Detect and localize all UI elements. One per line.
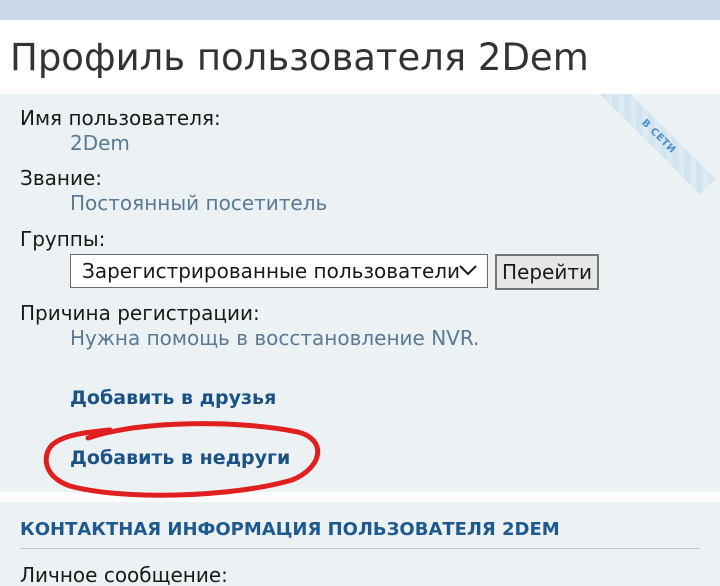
contact-panel: КОНТАКТНАЯ ИНФОРМАЦИЯ ПОЛЬЗОВАТЕЛЯ 2DEM … <box>0 502 720 586</box>
reason-label: Причина регистрации: <box>20 301 260 325</box>
chevron-down-icon <box>459 265 477 276</box>
online-status-ribbon: В СЕТИ <box>600 94 716 195</box>
divider <box>20 548 700 549</box>
private-message-label: Личное сообщение: <box>20 563 228 586</box>
reason-value: Нужна помощь в восстановление NVR. <box>70 326 480 350</box>
rank-value: Постоянный посетитель <box>70 191 328 215</box>
go-button[interactable]: Перейти <box>495 254 599 290</box>
page-title: Профиль пользователя 2Dem <box>10 36 589 79</box>
top-strip <box>0 0 720 20</box>
groups-select[interactable]: Зарегистрированные пользователи <box>70 254 488 288</box>
username-label: Имя пользователя: <box>20 106 221 130</box>
add-friend-link[interactable]: Добавить в друзья <box>70 387 276 409</box>
red-circle-annotation <box>43 421 320 498</box>
username-value: 2Dem <box>70 131 130 155</box>
rank-label: Звание: <box>20 166 102 190</box>
groups-label: Группы: <box>20 227 106 251</box>
contact-heading: КОНТАКТНАЯ ИНФОРМАЦИЯ ПОЛЬЗОВАТЕЛЯ 2DEM <box>20 519 560 540</box>
groups-select-value: Зарегистрированные пользователи <box>82 259 461 283</box>
